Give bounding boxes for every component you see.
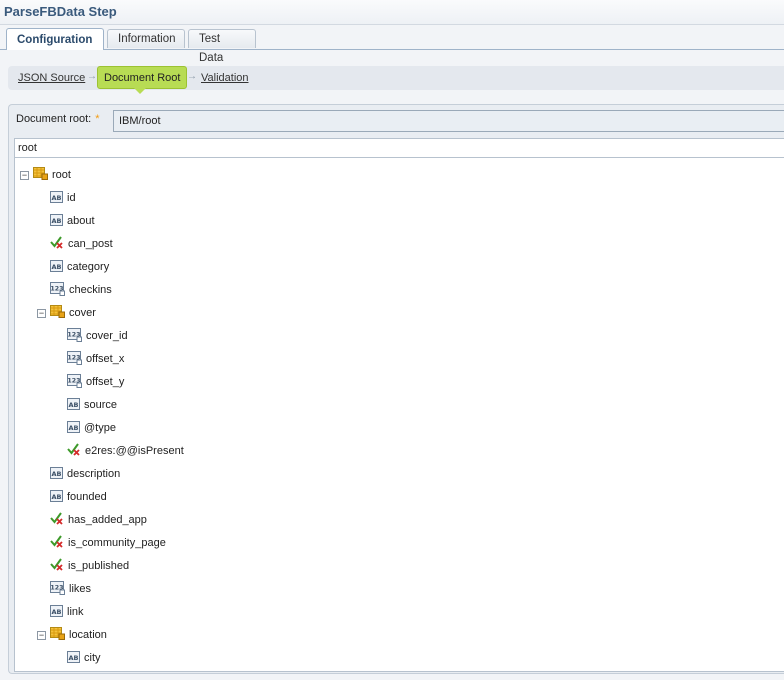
- tree-node[interactable]: 123 checkins: [50, 281, 112, 299]
- tree-node[interactable]: is_community_page: [50, 534, 166, 552]
- boolean-type-icon: [50, 512, 64, 528]
- crumb-validation[interactable]: Validation: [201, 72, 249, 84]
- tree-node-label: city: [84, 652, 101, 664]
- tree-node[interactable]: − root: [20, 166, 71, 184]
- breadcrumb: JSON Source → Document Root → Validation: [8, 66, 784, 94]
- tree-node[interactable]: e2res:@@isPresent: [67, 442, 184, 460]
- tree-node[interactable]: AB @type: [67, 419, 116, 437]
- tree-node[interactable]: AB city: [67, 649, 101, 667]
- tree-node[interactable]: AB id: [50, 189, 76, 207]
- string-type-icon: AB: [67, 420, 80, 436]
- svg-text:AB: AB: [52, 216, 62, 224]
- tree-node-label: founded: [67, 491, 107, 503]
- collapse-toggle-icon[interactable]: −: [20, 170, 29, 180]
- tree-node-label: id: [67, 192, 76, 204]
- boolean-type-icon: [50, 236, 64, 252]
- number-type-icon: 123: [50, 580, 65, 598]
- svg-text:AB: AB: [69, 653, 79, 661]
- arrow-right-icon: →: [87, 71, 97, 82]
- collapse-toggle-icon[interactable]: −: [37, 630, 46, 640]
- object-icon: [50, 305, 65, 321]
- string-type-icon: AB: [50, 213, 63, 229]
- tab-bar: Configuration Information Test Data: [0, 25, 784, 64]
- crumb-json-source[interactable]: JSON Source: [18, 72, 85, 84]
- svg-text:AB: AB: [52, 193, 62, 201]
- required-star: *: [95, 113, 100, 125]
- tree-node-label: about: [67, 215, 95, 227]
- document-root-label: Document root: *: [16, 113, 99, 125]
- svg-text:AB: AB: [52, 469, 62, 477]
- tree-node-label: link: [67, 606, 84, 618]
- tree-node-label: cover_id: [86, 330, 128, 342]
- tree-node[interactable]: AB description: [50, 465, 120, 483]
- object-icon: [33, 167, 48, 183]
- svg-text:AB: AB: [52, 262, 62, 270]
- crumb-document-root[interactable]: Document Root: [97, 66, 188, 94]
- string-type-icon: AB: [50, 259, 63, 275]
- string-type-icon: AB: [50, 466, 63, 482]
- document-root-label-text: Document root:: [16, 113, 92, 125]
- tree-node-label: @type: [84, 422, 116, 434]
- tab-information[interactable]: Information: [107, 29, 185, 48]
- tree-node[interactable]: is_published: [50, 557, 129, 575]
- tree-node-label: category: [67, 261, 110, 273]
- crumb-document-root-label: Document Root: [104, 72, 181, 84]
- string-type-icon: AB: [67, 650, 80, 666]
- svg-text:AB: AB: [52, 492, 62, 500]
- tree-node-label: can_post: [68, 238, 113, 250]
- tree-node[interactable]: AB link: [50, 603, 84, 621]
- arrow-right-icon: →: [187, 71, 197, 82]
- schema-tree[interactable]: − root AB id AB about can_post AB category 123 che…: [14, 158, 784, 672]
- number-type-icon: 123: [67, 350, 82, 368]
- tree-header: root: [14, 138, 784, 158]
- tree-node[interactable]: − cover: [37, 304, 96, 322]
- tree-node-label: e2res:@@isPresent: [85, 445, 184, 457]
- tab-test-data[interactable]: Test Data: [188, 29, 256, 64]
- number-type-icon: 123: [67, 327, 82, 345]
- number-type-icon: 123: [67, 373, 82, 391]
- tree-node-label: cover: [69, 307, 96, 319]
- document-root-field[interactable]: IBM/root: [113, 110, 784, 132]
- tree-node[interactable]: 123 offset_x: [67, 350, 124, 368]
- tree-node[interactable]: 123 likes: [50, 580, 91, 598]
- tree-node[interactable]: can_post: [50, 235, 113, 253]
- tree-node-label: location: [69, 629, 107, 641]
- svg-text:AB: AB: [69, 423, 79, 431]
- document-root-panel: Document root: * IBM/root root − root AB id A…: [8, 104, 784, 674]
- crumb-pointer: [134, 88, 146, 94]
- tree-node-label: is_community_page: [68, 537, 166, 549]
- tree-node[interactable]: AB source: [67, 396, 117, 414]
- tree-node-label: offset_x: [86, 353, 125, 365]
- window-title: ParseFBData Step: [4, 4, 117, 19]
- svg-text:AB: AB: [52, 607, 62, 615]
- tree-node[interactable]: has_added_app: [50, 511, 147, 529]
- tree-node[interactable]: − location: [37, 626, 107, 644]
- object-icon: [50, 627, 65, 643]
- svg-text:AB: AB: [69, 400, 79, 408]
- number-type-icon: 123: [50, 281, 65, 299]
- tree-node-label: has_added_app: [68, 514, 147, 526]
- boolean-type-icon: [50, 535, 64, 551]
- string-type-icon: AB: [50, 604, 63, 620]
- collapse-toggle-icon[interactable]: −: [37, 308, 46, 318]
- tree-node-label: root: [52, 169, 71, 181]
- boolean-type-icon: [67, 443, 81, 459]
- tree-node[interactable]: 123 offset_y: [67, 373, 124, 391]
- boolean-type-icon: [50, 558, 64, 574]
- tree-node-label: likes: [69, 583, 92, 595]
- tree-node-label: is_published: [68, 560, 130, 572]
- string-type-icon: AB: [50, 190, 63, 206]
- tree-node-label: offset_y: [86, 376, 125, 388]
- tree-node[interactable]: AB about: [50, 212, 95, 230]
- tree-node[interactable]: 123 cover_id: [67, 327, 128, 345]
- tree-node-label: checkins: [69, 284, 112, 296]
- tree-node-label: source: [84, 399, 118, 411]
- title-bar: ParseFBData Step: [0, 0, 784, 25]
- string-type-icon: AB: [50, 489, 63, 505]
- tree-node[interactable]: AB founded: [50, 488, 107, 506]
- tab-configuration[interactable]: Configuration: [6, 28, 104, 50]
- string-type-icon: AB: [67, 397, 80, 413]
- tree-node-label: description: [67, 468, 121, 480]
- tree-node[interactable]: AB category: [50, 258, 109, 276]
